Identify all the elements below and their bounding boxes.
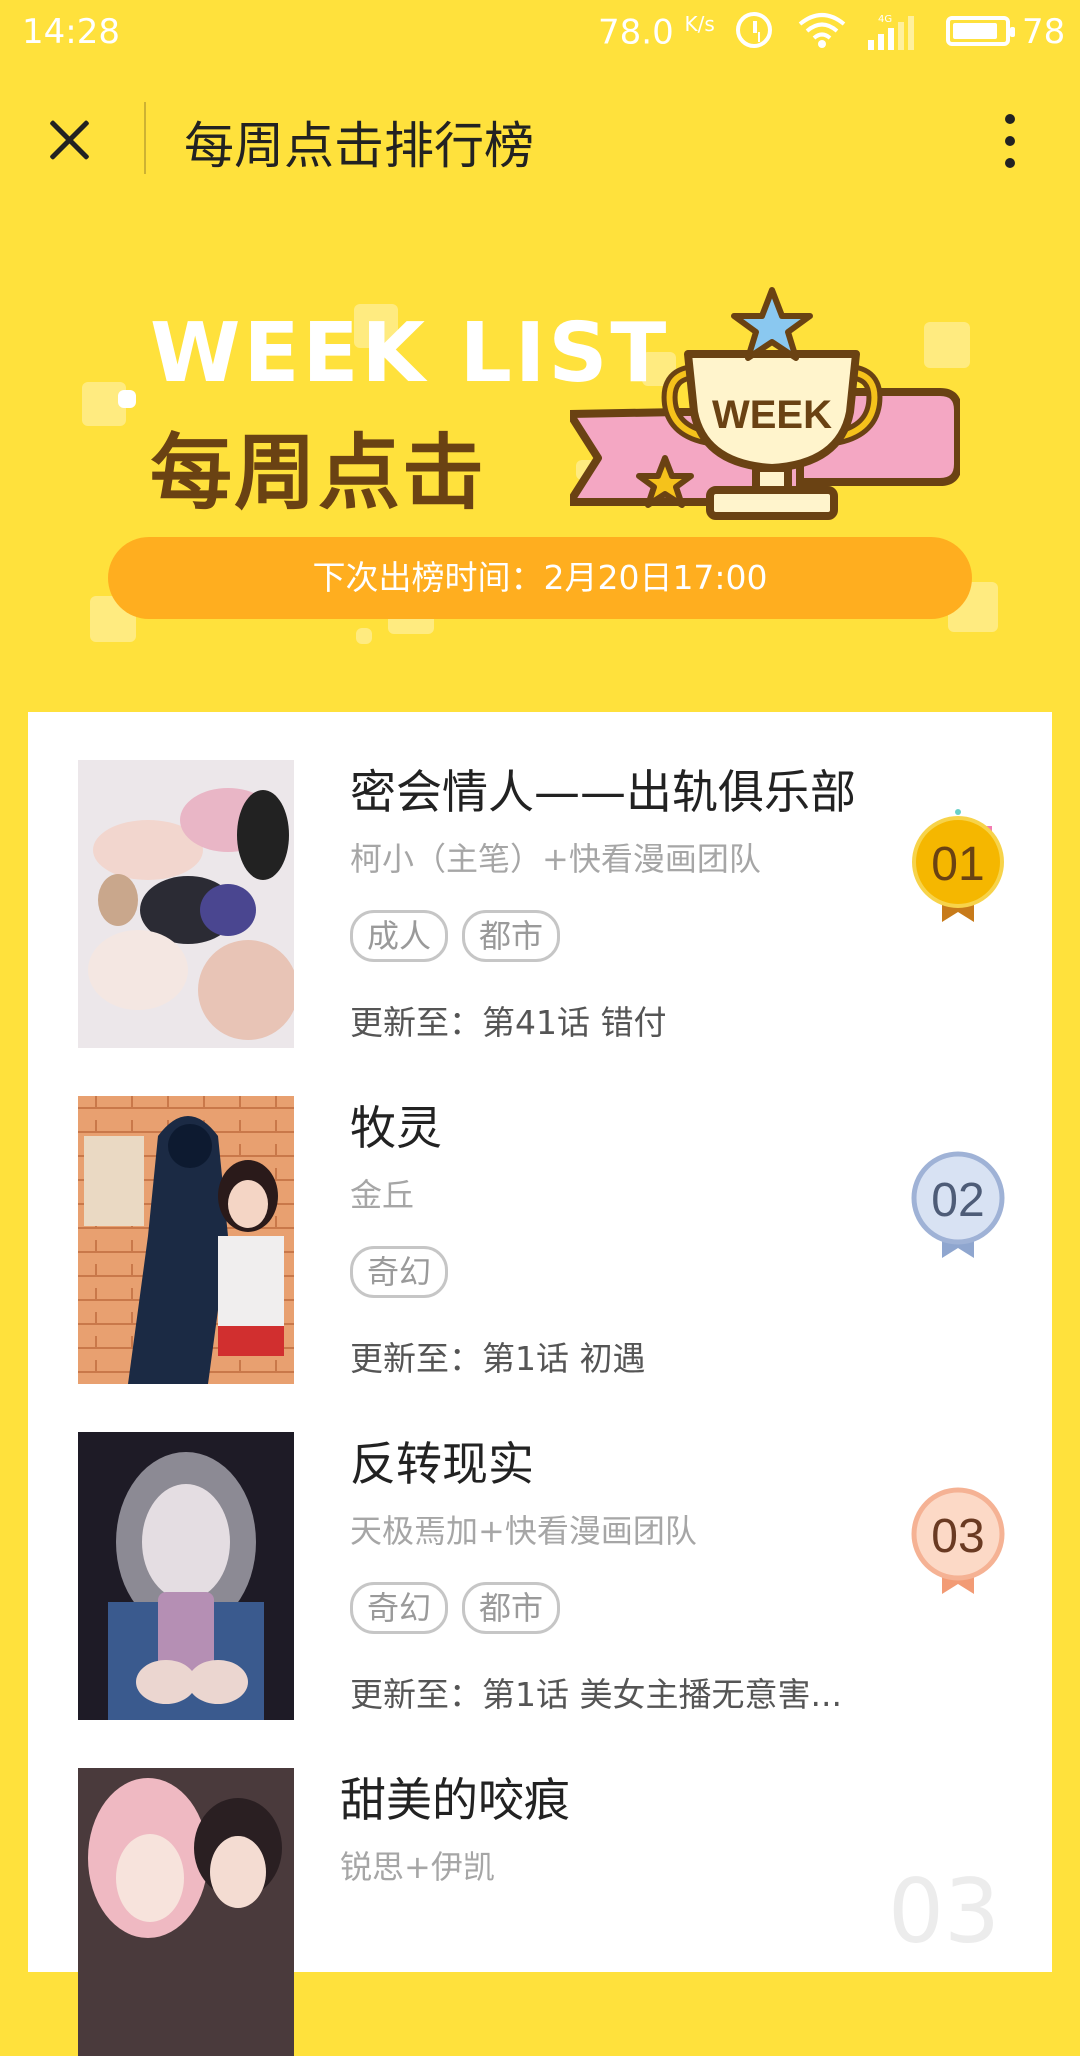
title-bar: 每周点击排行榜 bbox=[0, 66, 1080, 212]
status-net-unit: K/s bbox=[684, 12, 715, 36]
genre-tag[interactable]: 奇幻 bbox=[350, 1246, 449, 1298]
genre-tag[interactable]: 成人 bbox=[350, 910, 449, 962]
tag-list: 奇幻 都市 bbox=[350, 1582, 561, 1634]
rank-number: 03 bbox=[931, 1510, 984, 1563]
comic-author: 金丘 bbox=[350, 1176, 415, 1214]
latest-update: 更新至：第41话 错付 bbox=[350, 1003, 667, 1042]
banner-headline-cn: 每周点击 bbox=[150, 426, 487, 521]
page-title: 每周点击排行榜 bbox=[184, 117, 534, 175]
battery-icon bbox=[946, 16, 1015, 46]
status-time: 14:28 bbox=[22, 12, 120, 52]
comic-cover[interactable] bbox=[78, 1096, 294, 1384]
genre-tag[interactable]: 都市 bbox=[462, 910, 561, 962]
trophy-icon: WEEK bbox=[570, 287, 960, 520]
comic-author: 锐思+伊凯 bbox=[340, 1848, 495, 1886]
latest-update: 更新至：第1话 美女主播无意害... bbox=[350, 1675, 842, 1714]
list-item[interactable]: 密会情人——出轨俱乐部 柯小（主笔）+快看漫画团队 成人 都市 更新至：第41话… bbox=[28, 712, 1052, 1048]
rank-number: 02 bbox=[931, 1174, 984, 1227]
genre-tag[interactable]: 都市 bbox=[462, 1582, 561, 1634]
more-options-icon[interactable] bbox=[990, 108, 1030, 174]
bronze-medal-icon: 03 bbox=[911, 1487, 1005, 1594]
list-item[interactable]: 牧灵 金丘 奇幻 更新至：第1话 初遇 02 bbox=[28, 1048, 1052, 1384]
next-release-time: 下次出榜时间：2月20日17:00 bbox=[108, 537, 972, 619]
svg-text:4G: 4G bbox=[878, 14, 892, 25]
rank-number: 01 bbox=[931, 838, 984, 891]
comic-author: 柯小（主笔）+快看漫画团队 bbox=[350, 840, 761, 878]
status-net-speed: 78.0 K/s bbox=[598, 12, 715, 53]
alarm-icon bbox=[736, 12, 772, 48]
wifi-icon bbox=[798, 13, 846, 48]
gold-medal-icon: 01 bbox=[912, 809, 1004, 922]
comic-author: 天极焉加+快看漫画团队 bbox=[350, 1512, 697, 1550]
rank-number: 03 bbox=[888, 1860, 1000, 1963]
list-item[interactable]: 反转现实 天极焉加+快看漫画团队 奇幻 都市 更新至：第1话 美女主播无意害..… bbox=[28, 1384, 1052, 1720]
tag-list: 成人 都市 bbox=[350, 910, 561, 962]
title-divider bbox=[144, 102, 146, 174]
comic-cover[interactable] bbox=[78, 1432, 294, 1720]
genre-tag[interactable]: 奇幻 bbox=[350, 1582, 449, 1634]
comic-cover[interactable] bbox=[78, 1768, 294, 2056]
silver-medal-icon: 02 bbox=[911, 1151, 1005, 1258]
battery-level: 78 bbox=[1022, 12, 1066, 52]
comic-title[interactable]: 反转现实 bbox=[350, 1428, 534, 1494]
trophy-label: WEEK bbox=[712, 393, 832, 437]
comic-cover[interactable] bbox=[78, 760, 294, 1048]
ranking-list: 密会情人——出轨俱乐部 柯小（主笔）+快看漫画团队 成人 都市 更新至：第41话… bbox=[28, 712, 1052, 2056]
week-list-banner: WEEK LIST 每周点击 WEEK 下次出榜时间：2月20日17:00 bbox=[0, 212, 1080, 712]
tag-list: 奇幻 bbox=[350, 1246, 449, 1298]
signal-icon: 4G bbox=[868, 14, 914, 50]
status-bar: 14:28 78.0 K/s 4G 78 bbox=[0, 0, 1080, 66]
latest-update: 更新至：第1话 初遇 bbox=[350, 1339, 646, 1378]
close-icon[interactable] bbox=[40, 110, 100, 170]
comic-title[interactable]: 甜美的咬痕 bbox=[340, 1764, 570, 1830]
list-item[interactable]: 甜美的咬痕 锐思+伊凯 03 bbox=[28, 1720, 1052, 2056]
comic-title[interactable]: 密会情人——出轨俱乐部 bbox=[350, 756, 856, 822]
comic-title[interactable]: 牧灵 bbox=[350, 1092, 442, 1158]
